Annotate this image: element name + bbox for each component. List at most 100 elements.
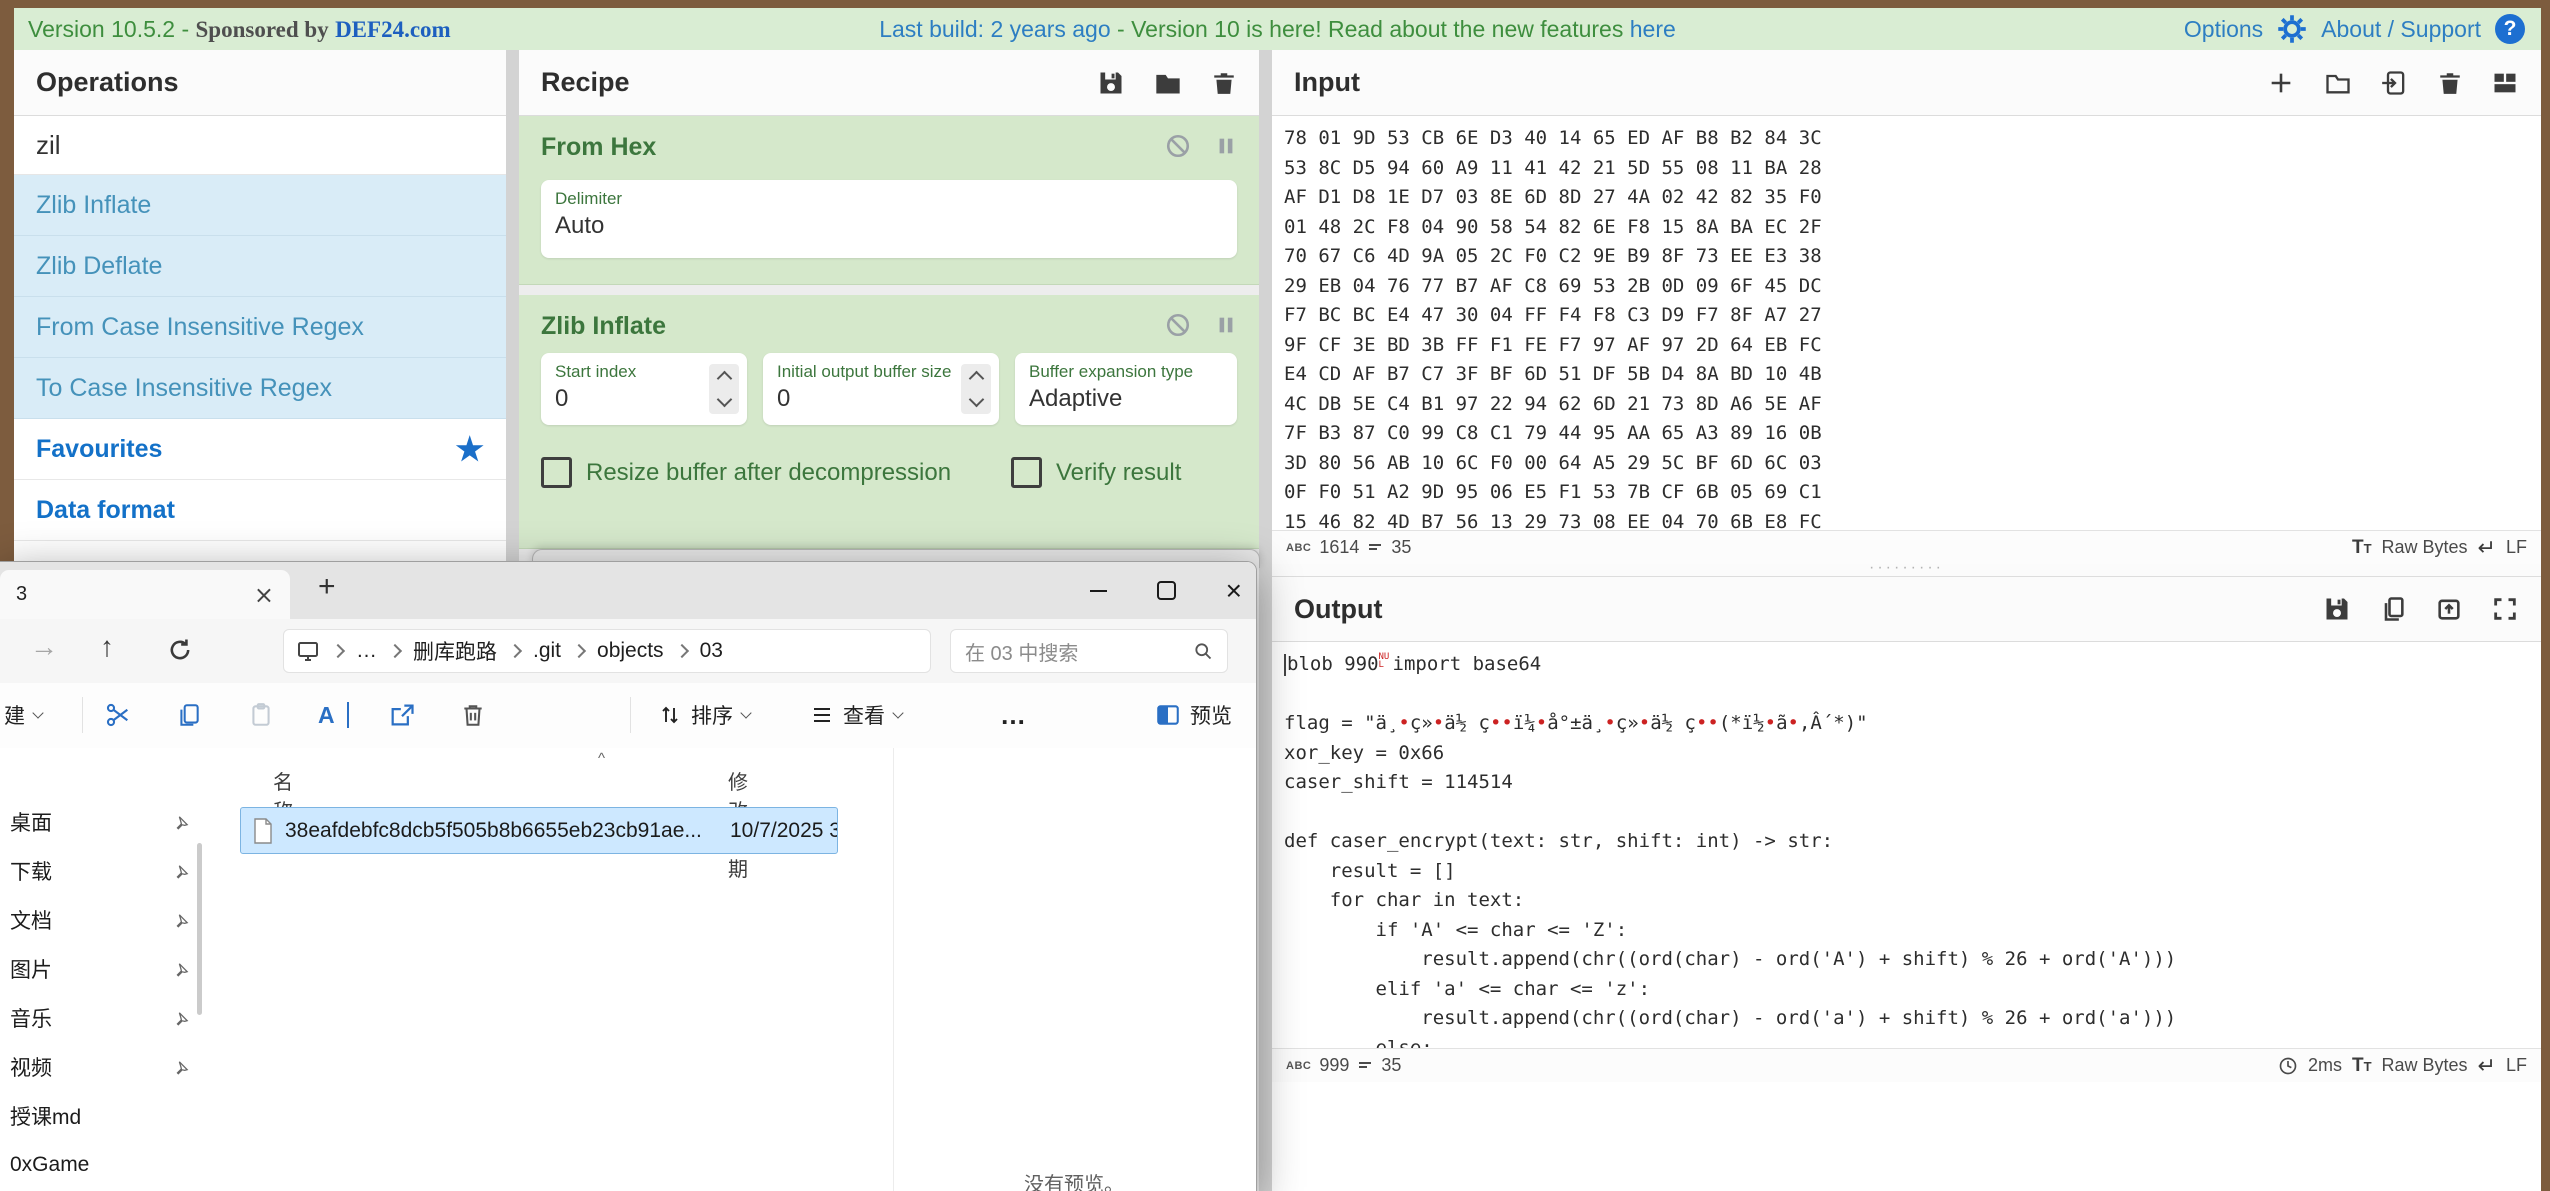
new-tab-button[interactable]: +	[318, 570, 336, 604]
sponsor-link[interactable]: DEF24.com	[335, 17, 451, 42]
breakpoint-pause-icon[interactable]	[1215, 133, 1237, 159]
here-link[interactable]: here	[1630, 16, 1676, 42]
sidebar-item-5[interactable]: 音乐	[10, 1000, 190, 1036]
sort-button[interactable]: 排序	[658, 683, 750, 747]
output-code-line: elif 'a' <= char <= 'z':	[1284, 975, 2541, 1005]
gear-icon[interactable]	[2277, 14, 2307, 44]
recipe-op-from-hex[interactable]: From Hex Delimiter Auto	[519, 116, 1259, 285]
more-options-button[interactable]: …	[1000, 683, 1026, 747]
sidebar-item-8[interactable]: 0xGame	[10, 1147, 190, 1183]
input-settings-grid-icon[interactable]	[2491, 69, 2519, 97]
character-encoding-icon[interactable]: TT	[2352, 537, 2372, 559]
refresh-button[interactable]	[166, 636, 194, 664]
save-recipe-icon[interactable]	[1097, 69, 1125, 97]
output-code-line	[1284, 798, 2541, 828]
maximize-output-icon[interactable]	[2491, 595, 2519, 623]
eol-return-icon[interactable]: ↵	[2478, 1055, 2496, 1077]
operation-list-item[interactable]: To Case Insensitive Regex	[14, 358, 506, 419]
buffer-size-field[interactable]: Initial output buffer size 0	[763, 353, 999, 425]
number-spinner[interactable]	[961, 364, 991, 414]
checkbox-box[interactable]	[1011, 457, 1042, 488]
star-icon[interactable]: ★	[455, 433, 484, 465]
output-editor[interactable]: blob 990NULimport base64 flag = "ä¸•ç»•ä…	[1272, 642, 2541, 1056]
disable-op-icon[interactable]	[1165, 312, 1191, 338]
preview-toggle[interactable]: 预览	[1155, 683, 1232, 747]
this-pc-monitor-icon	[296, 639, 320, 663]
last-build-link[interactable]: Last build: 2 years ago	[879, 16, 1110, 42]
character-encoding-icon[interactable]: TT	[2352, 1055, 2372, 1077]
preview-pane-divider[interactable]	[893, 748, 894, 1191]
open-file-icon[interactable]	[2381, 69, 2409, 97]
breakpoint-pause-icon[interactable]	[1215, 312, 1237, 338]
input-hex-line: AF D1 D8 1E D7 03 8E 6D 8D 27 4A 02 42 8…	[1284, 183, 2541, 213]
forward-button[interactable]: →	[30, 631, 58, 663]
operation-list-item[interactable]: From Case Insensitive Regex	[14, 297, 506, 358]
open-folder-icon[interactable]	[2323, 69, 2353, 97]
breadcrumb-separator-icon	[572, 644, 586, 658]
maximize-button[interactable]	[1157, 581, 1176, 600]
breadcrumb-item[interactable]: objects	[597, 639, 664, 663]
clear-input-trash-icon[interactable]	[2437, 69, 2463, 97]
input-encoding[interactable]: Raw Bytes	[2382, 537, 2468, 558]
rename-icon[interactable]: A	[318, 683, 349, 747]
open-output-in-tab-icon[interactable]	[2435, 595, 2463, 623]
breadcrumb-item[interactable]: 03	[700, 639, 723, 663]
operations-search-input[interactable]	[14, 129, 506, 162]
up-button[interactable]: ↑	[100, 631, 114, 663]
explorer-titlebar[interactable]: 3 × + ×	[0, 562, 1256, 619]
disable-op-icon[interactable]	[1165, 133, 1191, 159]
input-editor[interactable]: 78 01 9D 53 CB 6E D3 40 14 65 ED AF B8 B…	[1272, 116, 2541, 538]
new-button[interactable]: 建	[4, 683, 42, 747]
category-data-format[interactable]: Data format	[14, 480, 506, 541]
sidebar-item-1[interactable]: 桌面	[10, 804, 190, 840]
number-spinner[interactable]	[709, 364, 739, 414]
pin-icon	[173, 863, 190, 880]
add-input-icon[interactable]	[2267, 69, 2295, 97]
control-char: •	[1536, 712, 1547, 734]
search-box[interactable]: 在 03 中搜索	[950, 629, 1228, 673]
copy-icon[interactable]	[176, 683, 202, 747]
output-encoding[interactable]: Raw Bytes	[2382, 1055, 2468, 1076]
operation-list-item[interactable]: Zlib Deflate	[14, 236, 506, 297]
help-icon[interactable]: ?	[2495, 14, 2525, 44]
input-eol[interactable]: LF	[2506, 537, 2527, 558]
sidebar-scrollbar[interactable]	[197, 843, 202, 1015]
expansion-type-select[interactable]: Buffer expansion type Adaptive	[1015, 353, 1237, 425]
options-button[interactable]: Options	[2184, 16, 2263, 43]
explorer-tab[interactable]: 3 ×	[0, 570, 290, 619]
clear-recipe-trash-icon[interactable]	[1211, 69, 1237, 97]
sidebar-item-3[interactable]: 文档	[10, 902, 190, 938]
sidebar-item-6[interactable]: 视频	[10, 1049, 190, 1085]
search-icon[interactable]	[1193, 641, 1213, 661]
share-icon[interactable]	[388, 683, 416, 747]
eol-return-icon[interactable]: ↵	[2478, 537, 2496, 559]
view-button[interactable]: 查看	[810, 683, 902, 747]
about-support-button[interactable]: About / Support	[2321, 16, 2481, 43]
verify-result-checkbox[interactable]: Verify result	[1011, 457, 1181, 488]
breadcrumb-item[interactable]: 删库跑路	[413, 636, 497, 666]
save-output-icon[interactable]	[2323, 595, 2351, 623]
delimiter-field[interactable]: Delimiter Auto	[541, 180, 1237, 258]
resize-buffer-checkbox[interactable]: Resize buffer after decompression	[541, 457, 951, 488]
delete-trash-icon[interactable]	[460, 683, 486, 747]
minimize-button[interactable]	[1090, 590, 1107, 592]
sidebar-item-2[interactable]: 下载	[10, 853, 190, 889]
copy-output-icon[interactable]	[2379, 595, 2407, 623]
recipe-op-zlib-inflate[interactable]: Zlib Inflate Start index 0 Initial outpu…	[519, 295, 1259, 549]
load-recipe-folder-icon[interactable]	[1153, 69, 1183, 97]
category-favourites[interactable]: Favourites ★	[14, 419, 506, 480]
sidebar-item-4[interactable]: 图片	[10, 951, 190, 987]
address-bar[interactable]: … 删库跑路 .git objects 03	[283, 629, 931, 673]
start-index-field[interactable]: Start index 0	[541, 353, 747, 425]
tab-close-icon[interactable]: ×	[254, 581, 274, 609]
output-eol[interactable]: LF	[2506, 1055, 2527, 1076]
io-splitter-handle[interactable]: ·········	[1272, 564, 2541, 576]
checkbox-box[interactable]	[541, 457, 572, 488]
operation-list-item[interactable]: Zlib Inflate	[14, 175, 506, 236]
cut-scissors-icon[interactable]	[104, 683, 132, 747]
file-row-selected[interactable]: 38eafdebfc8dcb5f505b8b6655eb23cb91ae... …	[240, 807, 838, 854]
close-button[interactable]: ×	[1226, 577, 1242, 605]
breadcrumb-item[interactable]: .git	[533, 639, 561, 663]
breadcrumb-item[interactable]: …	[356, 639, 377, 663]
sidebar-item-7[interactable]: 授课md	[10, 1098, 190, 1134]
